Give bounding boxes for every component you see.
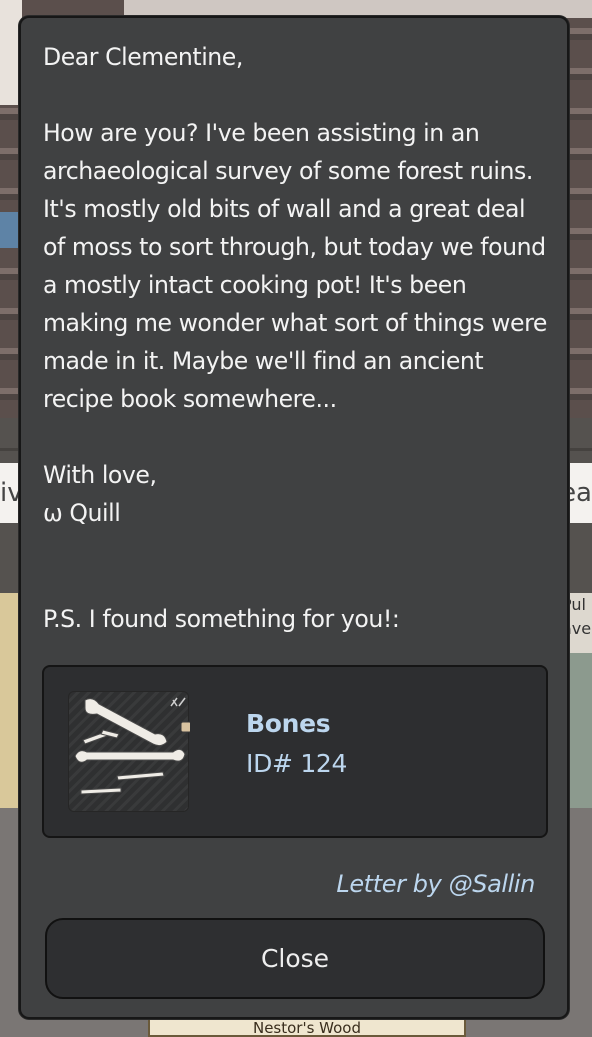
letter-signoff: With love, — [43, 461, 157, 489]
letter-postscript: P.S. I found something for you!: — [43, 605, 400, 633]
item-id: ID# 124 — [246, 749, 348, 778]
letter-content: Dear Clementine, How are you? I've been … — [43, 38, 553, 532]
letter-modal: Dear Clementine, How are you? I've been … — [19, 16, 569, 1019]
item-name: Bones — [246, 709, 331, 738]
letter-signature: ω Quill — [43, 499, 121, 527]
letter-credit-link[interactable]: Letter by @Sallin — [336, 870, 535, 898]
bones-icon-graphic — [74, 697, 192, 795]
location-label: Nestor's Wood — [148, 1018, 466, 1037]
bones-icon — [68, 691, 192, 812]
item-card[interactable]: Bones ID# 124 — [42, 665, 548, 838]
letter-greeting: Dear Clementine, — [43, 43, 243, 71]
letter-body: How are you? I've been assisting in an a… — [43, 119, 547, 413]
close-button[interactable]: Close — [45, 918, 545, 999]
